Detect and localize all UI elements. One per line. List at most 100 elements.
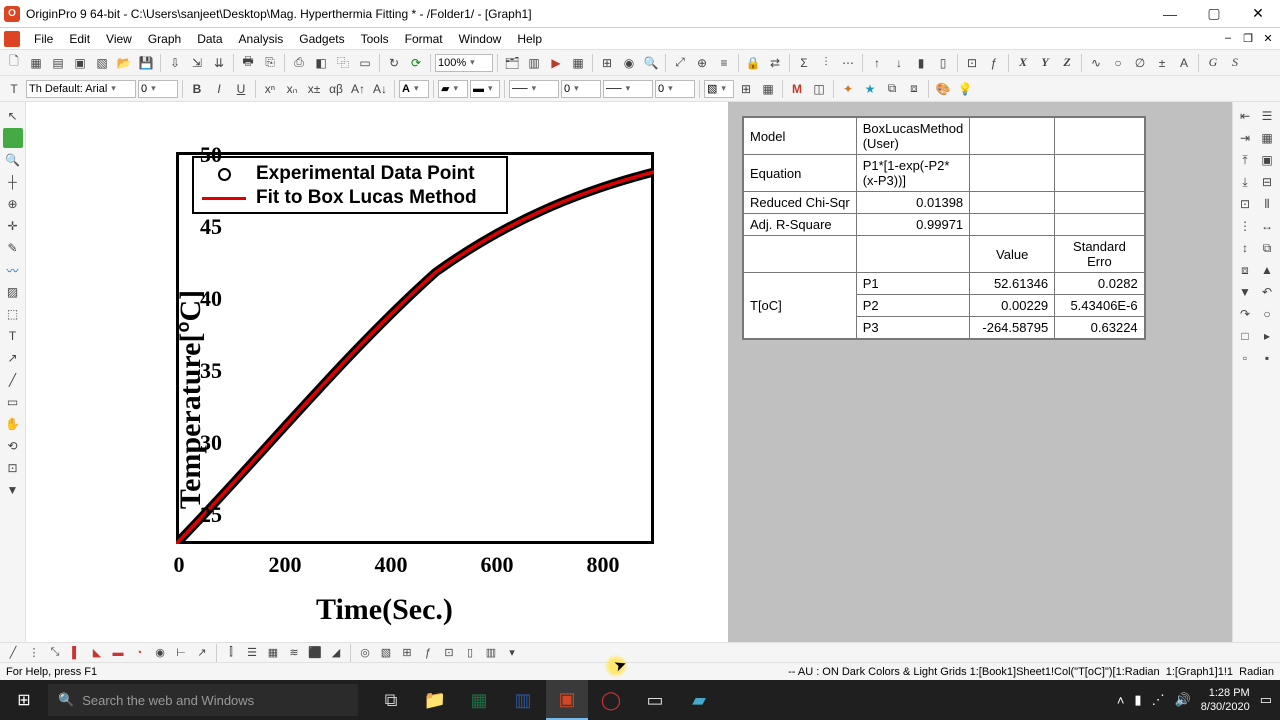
hist-button[interactable]: ▮ — [911, 53, 931, 73]
draw-data-tool[interactable]: 〰 — [3, 260, 23, 280]
grid-icon[interactable]: ▦ — [1257, 128, 1277, 148]
snap-icon[interactable]: ▣ — [1257, 150, 1277, 170]
stats-plot-icon[interactable]: ⊡ — [440, 644, 458, 662]
more-plots-icon[interactable]: ▾ — [503, 644, 521, 662]
start-button[interactable]: ⊞ — [0, 680, 48, 720]
new-graph-button[interactable]: ▣ — [70, 53, 90, 73]
add-column-button[interactable]: ⊞ — [597, 53, 617, 73]
text-tool[interactable]: T — [3, 326, 23, 346]
file-explorer-task[interactable]: 📁 — [414, 680, 456, 720]
box-chart-button[interactable]: ▯ — [933, 53, 953, 73]
layers-button[interactable]: ≡ — [714, 53, 734, 73]
extract-button[interactable]: ⧈ — [904, 79, 924, 99]
pattern-combo[interactable]: ▧ — [704, 80, 734, 98]
embed-button[interactable]: ◧ — [311, 53, 331, 73]
line-color-combo[interactable]: ▬ — [470, 80, 500, 98]
battery-icon[interactable]: ▮ — [1134, 692, 1141, 708]
line-dash-combo[interactable]: ── — [603, 80, 653, 98]
sort-asc-button[interactable]: ↑ — [867, 53, 887, 73]
extra2-icon[interactable]: ▪ — [1257, 348, 1277, 368]
pie-plot-icon[interactable]: ◔ — [130, 644, 148, 662]
text-tool-icon[interactable]: T — [4, 79, 24, 99]
insert-object-tool[interactable]: ⊡ — [3, 458, 23, 478]
align-right-icon[interactable]: ⇥ — [1235, 128, 1255, 148]
annotation-tool[interactable]: ✎ — [3, 238, 23, 258]
code-builder-button[interactable]: ▦ — [568, 53, 588, 73]
import-multi-button[interactable]: ⇊ — [209, 53, 229, 73]
line-tool[interactable]: ╱ — [3, 370, 23, 390]
zoom-tool[interactable]: 🔍 — [3, 150, 23, 170]
image-plot-icon[interactable]: ▧ — [377, 644, 395, 662]
task-view-button[interactable]: ⧉ — [370, 680, 412, 720]
script-s-button[interactable]: S — [1225, 53, 1245, 73]
group-icon[interactable]: ⧉ — [1257, 238, 1277, 258]
stats-button[interactable]: Σ — [794, 53, 814, 73]
import-single-button[interactable]: ⇲ — [187, 53, 207, 73]
transfer-button[interactable]: ⇄ — [765, 53, 785, 73]
results-log-button[interactable]: ▥ — [524, 53, 544, 73]
box-plot-icon[interactable]: ▯ — [461, 644, 479, 662]
multi-panel-icon[interactable]: ▦ — [264, 644, 282, 662]
disregard-col-button[interactable]: ∅ — [1130, 53, 1150, 73]
wifi-icon[interactable]: ⋰ — [1152, 692, 1165, 708]
mask-hide-button[interactable]: ◫ — [809, 79, 829, 99]
polar-plot-icon[interactable]: ◉ — [151, 644, 169, 662]
reader-tool[interactable]: ┼ — [3, 172, 23, 192]
contour-icon[interactable]: ◎ — [356, 644, 374, 662]
align-top-icon[interactable]: ⤒ — [1235, 150, 1255, 170]
powerpoint-task[interactable]: ▣ — [546, 680, 588, 720]
3d-surface-icon[interactable]: ◢ — [327, 644, 345, 662]
properties-icon[interactable]: ☰ — [1257, 106, 1277, 126]
label-col-button[interactable]: A — [1174, 53, 1194, 73]
circle-icon[interactable]: ○ — [1257, 304, 1277, 324]
greek-button[interactable]: αβ — [326, 79, 346, 99]
menu-help[interactable]: Help — [509, 30, 550, 48]
vector-plot-icon[interactable]: ↗ — [193, 644, 211, 662]
export-graph-button[interactable]: ⎘ — [260, 53, 280, 73]
superscript-button[interactable]: xⁿ — [260, 79, 280, 99]
column-y-button[interactable]: Y — [1035, 53, 1055, 73]
mdi-close-icon[interactable]: ✕ — [1260, 32, 1276, 45]
underline-button[interactable]: U — [231, 79, 251, 99]
italic-button[interactable]: I — [209, 79, 229, 99]
notepad-task[interactable]: ▭ — [634, 680, 676, 720]
tray-chevron-icon[interactable]: ˄ — [1117, 693, 1125, 708]
rectangle-tool[interactable]: ▭ — [3, 392, 23, 412]
sort-desc-button[interactable]: ↓ — [889, 53, 909, 73]
script-g-button[interactable]: G — [1203, 53, 1223, 73]
same-height-icon[interactable]: ↕ — [1235, 238, 1255, 258]
volume-icon[interactable]: 🔊 — [1175, 692, 1191, 708]
pan-tool[interactable]: ✋ — [3, 414, 23, 434]
lighting-button[interactable]: 💡 — [955, 79, 975, 99]
more-icon[interactable]: ▸ — [1257, 326, 1277, 346]
mask-toggle-button[interactable]: M — [787, 79, 807, 99]
slide-show-button[interactable]: ▶ — [546, 53, 566, 73]
more-tool[interactable]: ▼ — [3, 480, 23, 500]
rotate-tool[interactable]: ⟲ — [3, 436, 23, 456]
print-button[interactable]: 🖶 — [238, 53, 258, 73]
duplicate-button[interactable]: ⿻ — [333, 53, 353, 73]
front-icon[interactable]: ▲ — [1257, 260, 1277, 280]
zoom-combo[interactable]: 100% — [435, 54, 493, 72]
mdi-minimize-icon[interactable]: – — [1220, 32, 1236, 45]
area-plot-icon[interactable]: ◣ — [88, 644, 106, 662]
merge-button[interactable]: ⧉ — [882, 79, 902, 99]
copy-page-button[interactable]: ⎙ — [289, 53, 309, 73]
new-project-button[interactable]: 🗋 — [4, 53, 24, 73]
function-plot-icon[interactable]: ƒ — [419, 644, 437, 662]
origin-task[interactable]: ◯ — [590, 680, 632, 720]
rescale-button[interactable]: ⤢ — [670, 53, 690, 73]
distribute-v-icon[interactable]: ⋮ — [1235, 216, 1255, 236]
refresh-button[interactable]: ↻ — [384, 53, 404, 73]
col-stats-button[interactable]: ⫶ — [816, 53, 836, 73]
find-button[interactable]: 🔍 — [641, 53, 661, 73]
excel-task[interactable]: ▦ — [458, 680, 500, 720]
scatter-plot-icon[interactable]: ⋮ — [25, 644, 43, 662]
rotate-right-icon[interactable]: ↷ — [1235, 304, 1255, 324]
align-bottom-icon[interactable]: ⤓ — [1235, 172, 1255, 192]
font-combo[interactable]: Th Default: Arial — [26, 80, 136, 98]
supersub-button[interactable]: x± — [304, 79, 324, 99]
3d-bars-icon[interactable]: ⬛ — [306, 644, 324, 662]
square-icon[interactable]: □ — [1235, 326, 1255, 346]
lock-button[interactable]: 🔒 — [743, 53, 763, 73]
